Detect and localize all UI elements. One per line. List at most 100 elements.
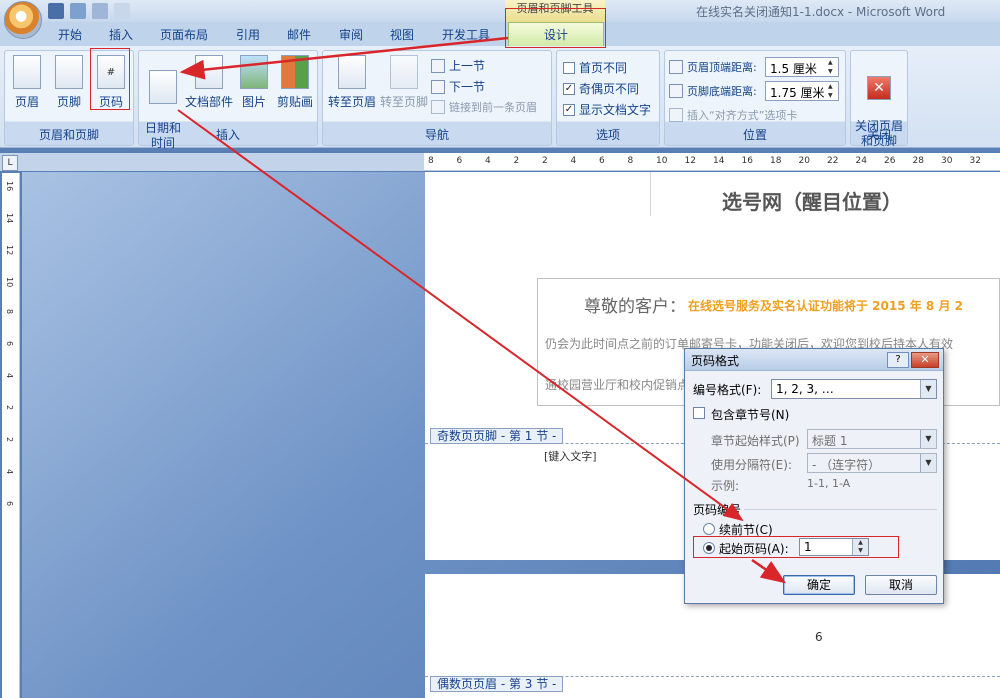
tab-home[interactable]: 开始 [58, 26, 82, 43]
header-button[interactable]: 页眉 [11, 55, 43, 110]
footer-distance-input[interactable]: 1.75 厘米 [765, 81, 839, 101]
show-document-text[interactable]: ✓ 显示文档文字 [563, 101, 651, 118]
title-bar: 页眉和页脚工具 在线实名关闭通知1-1.docx - Microsoft Wor… [0, 0, 1000, 22]
ruler-tick: 14 [5, 213, 14, 224]
print-preview-icon[interactable] [114, 3, 130, 19]
ruler-tick: 6 [5, 501, 14, 507]
page-number-format-dialog: 页码格式 ? ✕ 编号格式(F): 1, 2, 3, … ▼ 包含章节号(N) … [684, 348, 944, 604]
tab-developer[interactable]: 开发工具 [442, 26, 490, 43]
example-value: 1-1, 1-A [807, 477, 851, 490]
redo-icon[interactable] [92, 3, 108, 19]
insert-alignment-tab-label: 插入“对齐方式”选项卡 [687, 109, 798, 122]
next-section-label: 下一节 [449, 80, 486, 94]
tab-page-layout[interactable]: 页面布局 [160, 26, 208, 43]
separator-select[interactable]: - （连字符） ▼ [807, 453, 937, 473]
close-icon: ✕ [867, 76, 891, 100]
chapter-style-select[interactable]: 标题 1 ▼ [807, 429, 937, 449]
footer-distance: 页脚底端距离: [669, 83, 757, 99]
footer-button[interactable]: 页脚 [53, 55, 85, 110]
page-numbering-label: 页码编号 [693, 501, 745, 518]
ruler-tick: 10 [5, 277, 14, 288]
type-text-placeholder[interactable]: [键入文字] [544, 448, 597, 464]
clipart-label: 剪贴画 [276, 95, 313, 109]
show-document-text-checkbox[interactable]: ✓ [563, 103, 575, 116]
show-document-text-label: 显示文档文字 [579, 103, 652, 117]
ruler-tick: 4 [485, 156, 491, 166]
picture-label: 图片 [241, 95, 266, 109]
goto-footer-button[interactable]: 转至页脚 [379, 55, 429, 110]
tab-references[interactable]: 引用 [236, 26, 260, 43]
clipart-button[interactable]: 剪贴画 [275, 55, 315, 110]
help-button[interactable]: ? [887, 352, 909, 368]
link-previous-button[interactable]: 链接到前一条页眉 [431, 99, 537, 115]
ruler-tick: 16 [5, 181, 14, 192]
header-margin-line [650, 172, 651, 216]
different-first-page-label: 首页不同 [579, 61, 628, 75]
prev-section-label: 上一节 [449, 59, 486, 73]
tab-view[interactable]: 视图 [390, 26, 414, 43]
odd-footer-tag: 奇数页页脚 - 第 1 节 - [430, 428, 564, 444]
ruler-tick: 12 [5, 245, 14, 256]
ruler-tick: 22 [827, 156, 839, 166]
notice-line-1: 在线选号服务及实名认证功能将于 2015 年 8 月 2 [688, 299, 963, 313]
ruler-tick: 6 [599, 156, 605, 166]
save-icon[interactable] [48, 3, 64, 19]
different-odd-even[interactable]: ✓ 奇偶页不同 [563, 80, 639, 97]
chevron-down-icon: ▼ [920, 380, 936, 398]
dialog-title-bar: 页码格式 ? ✕ [685, 349, 943, 371]
header-label: 页眉 [14, 95, 39, 109]
different-odd-even-checkbox[interactable]: ✓ [563, 82, 575, 95]
ruler-tick: 2 [5, 405, 14, 411]
prev-section-button[interactable]: 上一节 [431, 57, 485, 74]
group-label-options: 选项 [595, 128, 620, 142]
watermark-url: jingyan.baidu.com [790, 662, 892, 675]
vertical-ruler[interactable]: 16 14 12 10 8 6 4 2 2 4 6 [2, 173, 20, 698]
chapter-style-label: 章节起始样式(P) [711, 434, 800, 448]
ruler-tick: 12 [684, 156, 696, 166]
dialog-title: 页码格式 [691, 354, 740, 368]
tab-mailings[interactable]: 邮件 [287, 26, 311, 43]
quick-parts-button[interactable]: 文档部件 [183, 55, 235, 110]
group-options: 首页不同 ✓ 奇偶页不同 ✓ 显示文档文字 选项 [556, 50, 660, 146]
group-label-navigation: 导航 [424, 128, 449, 142]
ruler-tick: 4 [5, 469, 14, 475]
different-first-page-checkbox[interactable] [563, 61, 575, 74]
goto-header-icon [338, 55, 366, 89]
ruler-tick: 14 [713, 156, 725, 166]
different-first-page[interactable]: 首页不同 [563, 59, 627, 76]
window-title: 在线实名关闭通知1-1.docx - Microsoft Word [696, 5, 946, 19]
tab-selector[interactable]: L [2, 155, 18, 171]
quick-access-toolbar [48, 2, 130, 20]
tab-insert[interactable]: 插入 [109, 26, 133, 43]
ok-button[interactable]: 确定 [783, 575, 855, 595]
chevron-down-icon: ▼ [920, 454, 936, 472]
ruler-tick: 30 [941, 156, 953, 166]
goto-footer-icon [390, 55, 418, 89]
highlight-design-tab [505, 8, 606, 48]
cancel-button[interactable]: 取消 [865, 575, 937, 595]
number-format-select[interactable]: 1, 2, 3, … ▼ [771, 379, 937, 399]
header-distance-input[interactable]: 1.5 厘米 [765, 57, 839, 77]
continue-radio[interactable] [703, 523, 715, 535]
ruler-tick: 4 [5, 373, 14, 379]
dialog-close-button[interactable]: ✕ [911, 352, 939, 368]
footer-icon [55, 55, 83, 89]
ruler-tick: 20 [798, 156, 810, 166]
even-header-tag: 偶数页页眉 - 第 3 节 - [430, 676, 564, 692]
picture-button[interactable]: 图片 [239, 55, 269, 110]
highlight-page-number [90, 48, 130, 110]
insert-alignment-tab[interactable]: 插入“对齐方式”选项卡 [669, 107, 797, 123]
office-button[interactable] [4, 1, 42, 39]
chapter-style-value: 标题 1 [812, 434, 848, 448]
header-distance-icon [669, 60, 683, 74]
goto-header-button[interactable]: 转至页眉 [327, 55, 377, 110]
next-section-button[interactable]: 下一节 [431, 78, 485, 95]
group-label-position: 位置 [742, 128, 767, 142]
include-chapter-checkbox[interactable] [693, 407, 705, 419]
undo-icon[interactable] [70, 3, 86, 19]
header-distance-label: 页眉顶端距离: [687, 61, 757, 74]
header-distance: 页眉顶端距离: [669, 59, 757, 75]
ruler-tick: 8 [428, 156, 434, 166]
horizontal-ruler[interactable]: 8 6 4 2 2 4 6 8 10 12 14 16 18 20 22 24 26 28 30 32 [424, 153, 1000, 171]
tab-review[interactable]: 审阅 [339, 26, 363, 43]
